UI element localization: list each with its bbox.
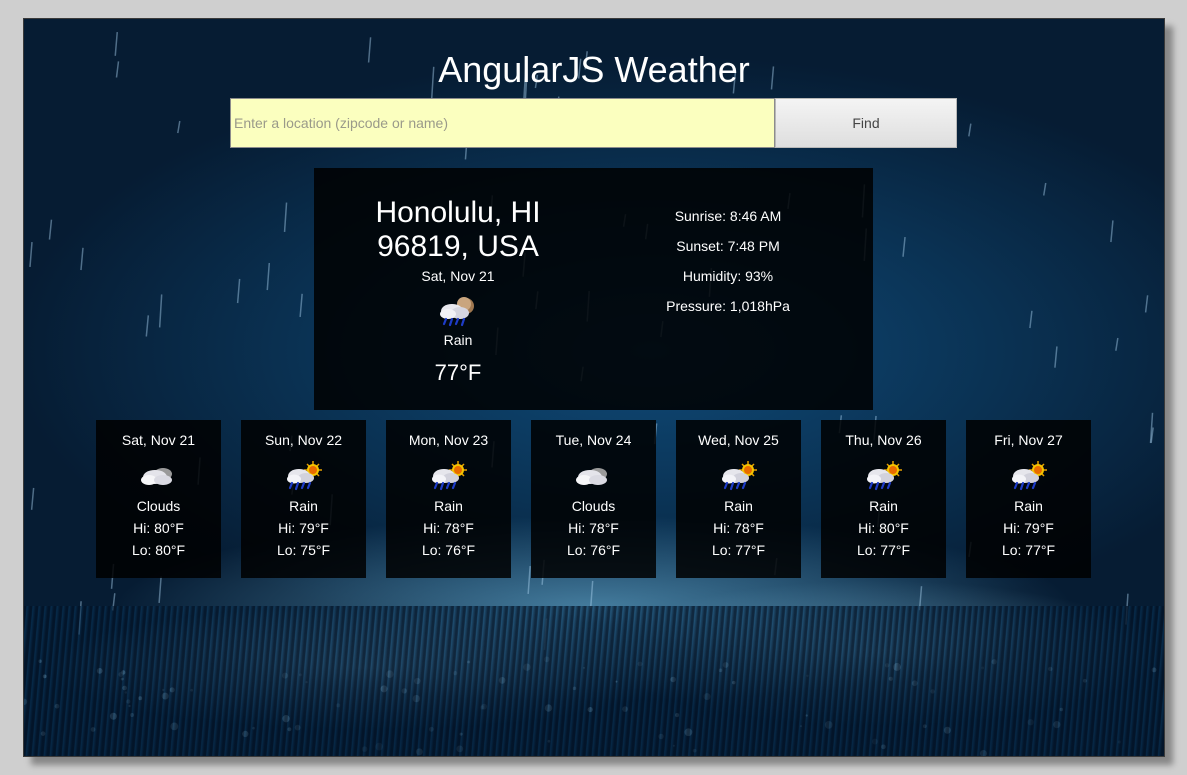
rain-streak	[30, 487, 35, 510]
forecast-day-card: Sun, Nov 22 Rain Hi: 79°F Lo: 75°F	[241, 420, 366, 578]
sunset-text: Sunset: 7:48 PM	[676, 238, 780, 254]
rain-streak	[1150, 427, 1154, 443]
current-details: Sunrise: 8:46 AM Sunset: 7:48 PM Humidit…	[632, 208, 824, 328]
forecast-low: Lo: 80°F	[131, 542, 186, 558]
rain-streak	[145, 315, 150, 337]
rain-streak	[158, 294, 163, 328]
forecast-high: Hi: 80°F	[133, 520, 184, 536]
forecast-low: Lo: 75°F	[276, 542, 331, 558]
rain-streak	[1144, 295, 1149, 313]
rain-sun-icon	[719, 459, 759, 491]
rain-streak	[968, 123, 972, 137]
forecast-day-card: Thu, Nov 26 Rain Hi: 80°F Lo: 77°F	[821, 420, 946, 578]
location-input[interactable]	[230, 98, 775, 148]
forecast-condition: Rain	[289, 498, 318, 514]
rain-sun-icon	[864, 459, 904, 491]
rain-streak	[283, 202, 288, 232]
rain-icon	[436, 294, 480, 328]
forecast-high: Hi: 78°F	[568, 520, 619, 536]
forecast-list: Sat, Nov 21 Clouds Hi: 80°F Lo: 80°F Sun, No…	[96, 420, 1091, 578]
forecast-low: Lo: 76°F	[566, 542, 621, 558]
forecast-date: Fri, Nov 27	[994, 432, 1063, 448]
forecast-day-card: Mon, Nov 23 Rain Hi: 78°F Lo: 76°F	[386, 420, 511, 578]
rain-streak	[1054, 346, 1058, 368]
forecast-low: Lo: 76°F	[421, 542, 476, 558]
forecast-condition: Rain	[724, 498, 753, 514]
forecast-condition: Rain	[869, 498, 898, 514]
rain-streak	[158, 576, 162, 603]
forecast-high: Hi: 78°F	[713, 520, 764, 536]
rain-streak	[177, 120, 181, 134]
rain-streak	[589, 580, 594, 608]
forecast-day-card: Fri, Nov 27 Rain Hi: 79°F Lo: 77°F	[966, 420, 1091, 578]
forecast-date: Wed, Nov 25	[698, 432, 779, 448]
rain-sun-icon	[1009, 459, 1049, 491]
current-temperature: 77°F	[434, 360, 482, 385]
current-condition: Rain	[443, 332, 473, 348]
current-weather-panel: Honolulu, HI 96819, USA Sat, Nov 21 Rain…	[314, 168, 873, 410]
forecast-day-card: Sat, Nov 21 Clouds Hi: 80°F Lo: 80°F	[96, 420, 221, 578]
forecast-condition: Rain	[434, 498, 463, 514]
forecast-date: Sun, Nov 22	[264, 432, 343, 448]
rain-streak	[1110, 220, 1114, 243]
forecast-date: Tue, Nov 24	[555, 432, 632, 448]
forecast-condition: Rain	[1014, 498, 1043, 514]
app-frame: AngularJS Weather Find Honolulu, HI 9681…	[23, 18, 1165, 757]
forecast-date: Mon, Nov 23	[408, 432, 489, 448]
clouds-icon	[139, 459, 179, 491]
forecast-day-card: Tue, Nov 24 Clouds Hi: 78°F Lo: 76°F	[531, 420, 656, 578]
forecast-date: Thu, Nov 26	[845, 432, 922, 448]
current-date: Sat, Nov 21	[421, 268, 495, 284]
forecast-day-card: Wed, Nov 25 Rain Hi: 78°F Lo: 77°F	[676, 420, 801, 578]
forecast-low: Lo: 77°F	[1001, 542, 1056, 558]
clouds-icon	[574, 459, 614, 491]
rain-streak	[80, 247, 84, 271]
forecast-low: Lo: 77°F	[856, 542, 911, 558]
rain-streak	[1042, 182, 1047, 196]
forecast-low: Lo: 77°F	[711, 542, 766, 558]
rain-streak	[29, 242, 33, 268]
pressure-text: Pressure: 1,018hPa	[666, 298, 790, 314]
forecast-high: Hi: 79°F	[278, 520, 329, 536]
humidity-text: Humidity: 93%	[682, 268, 774, 284]
rain-streak	[1115, 337, 1119, 351]
current-summary: Honolulu, HI 96819, USA Sat, Nov 21 Rain…	[314, 196, 602, 386]
rain-streak	[236, 278, 241, 304]
page-title: AngularJS Weather	[438, 49, 750, 90]
rain-sun-icon	[284, 459, 324, 491]
rain-streak	[48, 219, 53, 240]
search-bar: Find	[230, 98, 957, 148]
rain-streak	[902, 236, 906, 257]
rain-streak	[266, 262, 271, 291]
forecast-condition: Clouds	[571, 498, 616, 514]
rain-streak	[1149, 412, 1154, 444]
forecast-high: Hi: 78°F	[423, 520, 474, 536]
forecast-date: Sat, Nov 21	[121, 432, 196, 448]
forecast-high: Hi: 80°F	[858, 520, 909, 536]
forecast-high: Hi: 79°F	[1003, 520, 1054, 536]
rain-sun-icon	[429, 459, 469, 491]
city-name-line1: Honolulu, HI	[375, 196, 541, 229]
grass-background	[24, 606, 1164, 756]
rain-streak	[299, 293, 303, 317]
city-name-line2: 96819, USA	[377, 230, 539, 263]
forecast-condition: Clouds	[136, 498, 181, 514]
find-button[interactable]: Find	[775, 98, 957, 148]
rain-streak	[1029, 310, 1033, 329]
sunrise-text: Sunrise: 8:46 AM	[674, 208, 782, 224]
